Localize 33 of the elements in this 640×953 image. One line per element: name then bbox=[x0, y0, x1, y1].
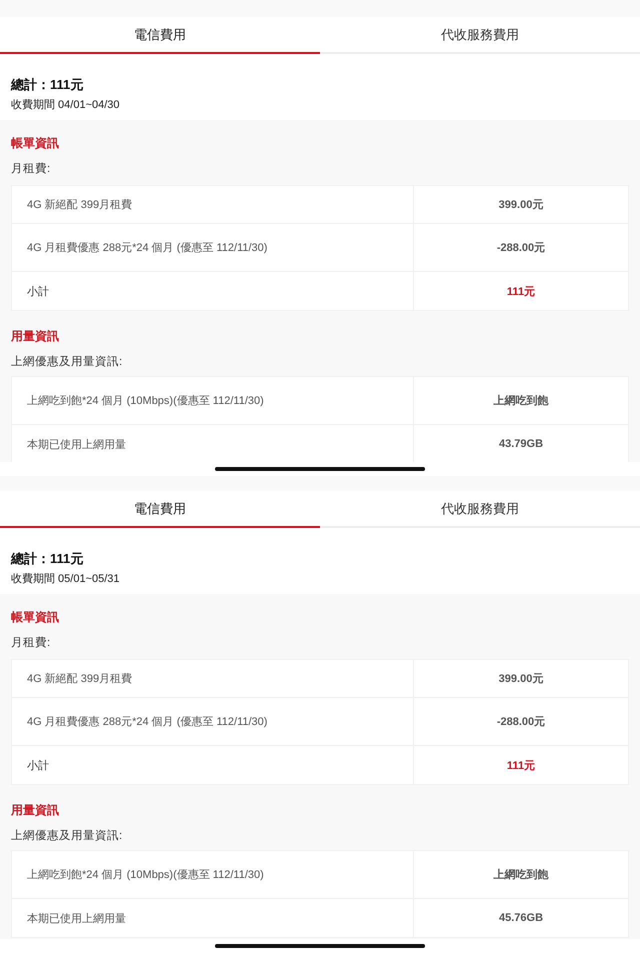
section-subtitle: 月租費: bbox=[11, 162, 50, 177]
total-amount: 總計：111元 bbox=[11, 550, 84, 568]
value-cell: -288.00元 bbox=[414, 698, 628, 746]
section-subtitle: 上網優惠及用量資訊: bbox=[11, 354, 122, 370]
item-cell: 上網吃到飽*24 個月 (10Mbps)(優惠至 112/11/30) bbox=[12, 377, 414, 425]
item-cell: 4G 月租費優惠 288元*24 個月 (優惠至 112/11/30) bbox=[12, 698, 414, 746]
section-title: 帳單資訊 bbox=[11, 135, 59, 152]
section-title: 用量資訊 bbox=[11, 802, 59, 819]
section-title: 用量資訊 bbox=[11, 328, 59, 345]
home-indicator-icon bbox=[215, 944, 425, 948]
item-cell: 4G 新絕配 399月租費 bbox=[12, 660, 414, 698]
value-cell-text: 111元 bbox=[506, 284, 536, 300]
item-cell: 4G 新絕配 399月租費 bbox=[12, 186, 414, 224]
item-cell: 4G 月租費優惠 288元*24 個月 (優惠至 112/11/30) bbox=[12, 224, 414, 272]
value-cell-text: 111元 bbox=[506, 758, 536, 774]
item-cell: 上網吃到飽*24 個月 (10Mbps)(優惠至 112/11/30) bbox=[12, 851, 414, 899]
item-cell: 小計 bbox=[12, 272, 414, 310]
value-cell-text: 43.79GB bbox=[498, 437, 544, 452]
value-cell-text: 45.76GB bbox=[498, 911, 544, 926]
value-cell: 上網吃到飽 bbox=[414, 851, 628, 899]
value-cell: -288.00元 bbox=[414, 224, 628, 272]
item-cell: 小計 bbox=[12, 746, 414, 784]
section-subtitle: 上網優惠及用量資訊: bbox=[11, 828, 122, 844]
value-cell: 399.00元 bbox=[414, 186, 628, 224]
value-cell: 上網吃到飽 bbox=[414, 377, 628, 425]
billing-period: 收費期間 05/01~05/31 bbox=[11, 572, 120, 587]
value-cell: 399.00元 bbox=[414, 660, 628, 698]
total-amount: 總計：111元 bbox=[11, 76, 84, 94]
billing-period: 收費期間 04/01~04/30 bbox=[11, 98, 120, 113]
item-cell: 本期已使用上網用量 bbox=[12, 899, 414, 937]
home-indicator-icon bbox=[215, 467, 425, 471]
section-title: 帳單資訊 bbox=[11, 609, 59, 626]
section-subtitle: 月租費: bbox=[11, 636, 50, 651]
